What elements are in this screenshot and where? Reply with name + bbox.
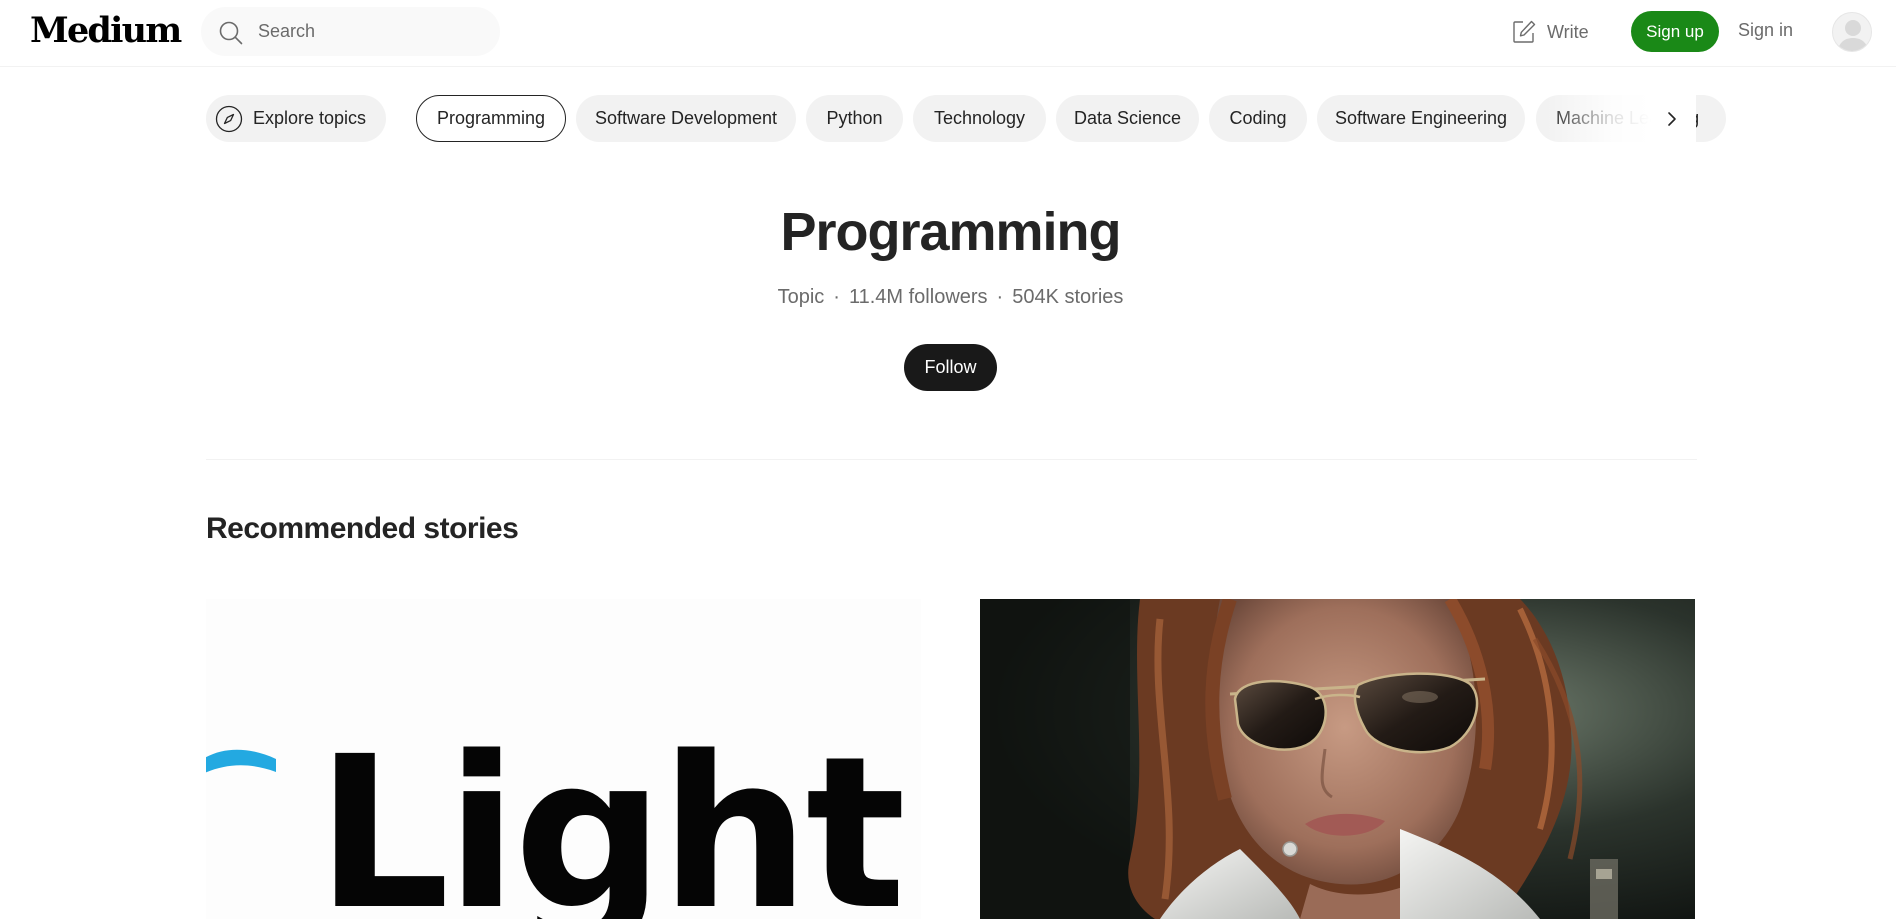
explore-topics-label: Explore topics — [253, 108, 367, 128]
story-card-image-portrait[interactable] — [980, 599, 1695, 919]
topic-pill-technology[interactable]: Technology — [913, 95, 1046, 142]
meta-separator: · — [996, 286, 1004, 308]
write-button[interactable]: Write — [1511, 14, 1589, 50]
avatar-silhouette — [1837, 20, 1869, 51]
topic-pill-software-engineering[interactable]: Software Engineering — [1317, 95, 1525, 142]
search-box[interactable] — [201, 7, 500, 56]
topic-type-label: Topic — [777, 286, 825, 308]
follow-topic-button[interactable]: Follow — [904, 344, 997, 391]
topic-title: Programming — [780, 202, 1121, 262]
topic-pill-data-science[interactable]: Data Science — [1056, 95, 1199, 142]
write-icon — [1513, 20, 1536, 43]
topic-pill-coding[interactable]: Coding — [1209, 95, 1307, 142]
user-avatar-icon[interactable] — [1832, 12, 1872, 52]
sign-up-button[interactable]: Sign up — [1631, 11, 1719, 52]
topic-pill-python[interactable]: Python — [806, 95, 903, 142]
sign-in-link[interactable]: Sign in — [1738, 20, 1793, 41]
compass-icon — [215, 105, 243, 132]
lightrag-logo-text: LightRA — [316, 711, 921, 919]
topic-pills-bar: Explore topics Programming Software Deve… — [206, 95, 1726, 142]
search-input[interactable] — [258, 7, 488, 56]
topic-pill-software-development[interactable]: Software Development — [576, 95, 796, 142]
portrait-illustration — [980, 599, 1695, 919]
meta-separator: · — [833, 286, 840, 308]
medium-logo[interactable]: Medium — [30, 8, 182, 54]
topic-pill-programming[interactable]: Programming — [416, 95, 566, 142]
topic-meta: Topic · 11.4M followers · 504K stories — [0, 286, 1896, 309]
chevron-right-icon[interactable] — [1660, 107, 1684, 131]
recommended-stories-heading: Recommended stories — [206, 512, 519, 545]
story-card-image-lightrag[interactable]: LightRA — [206, 599, 921, 919]
write-label: Write — [1547, 21, 1589, 42]
explore-topics-button[interactable]: Explore topics — [206, 95, 386, 142]
topic-stories-count: 504K stories — [1012, 286, 1124, 308]
top-navigation-bar: Medium Write Sign up Sign in — [0, 0, 1896, 67]
topic-followers-count: 11.4M followers — [848, 286, 988, 308]
section-divider — [206, 459, 1697, 460]
search-icon — [219, 21, 243, 45]
